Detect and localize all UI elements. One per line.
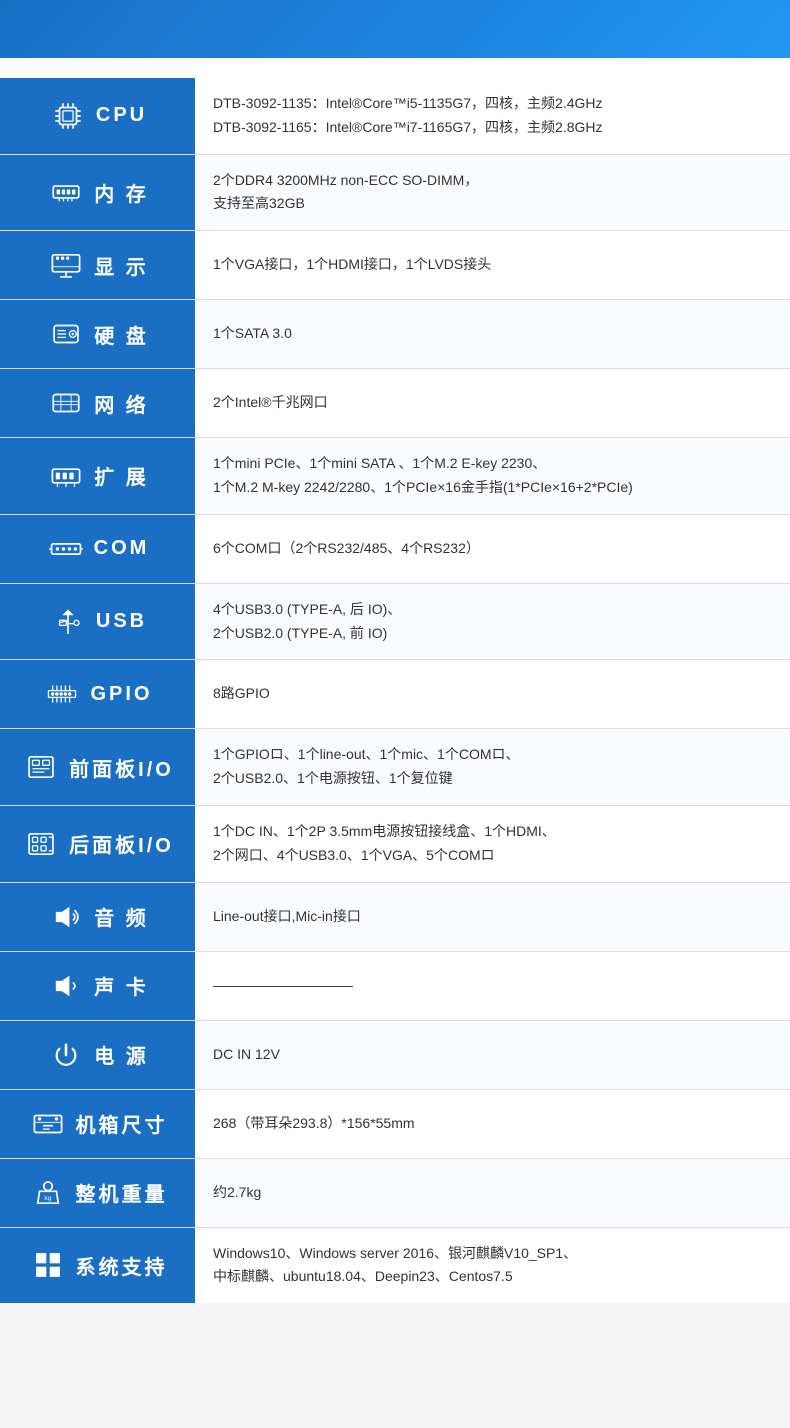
display-icon	[46, 245, 86, 285]
label-cell-inner: 硬 盘	[10, 314, 185, 354]
table-row: COM 6个COM口（2个RS232/485、4个RS232）	[0, 514, 790, 583]
label-text: 后面板I/O	[69, 829, 174, 858]
label-text: GPIO	[90, 683, 152, 706]
rear-io-value: 1个DC IN、1个2P 3.5mm电源按钮接线盒、1个HDMI、2个网口、4个…	[195, 805, 790, 882]
rear-io-icon	[21, 824, 61, 864]
weight-value: 约2.7kg	[195, 1158, 790, 1227]
svg-text:kg: kg	[44, 1194, 51, 1201]
label-text: 网 络	[94, 389, 149, 418]
label-cell-inner: CPU	[10, 96, 185, 136]
table-row: 硬 盘 1个SATA 3.0	[0, 300, 790, 369]
label-cell-inner: COM	[10, 529, 185, 569]
memory-icon	[46, 172, 86, 212]
table-row: 机箱尺寸 268（带耳朵293.8）*156*55mm	[0, 1089, 790, 1158]
spec-table: CPU DTB-3092-1135：Intel®Core™i5-1135G7，四…	[0, 78, 790, 1303]
header	[0, 0, 790, 58]
table-row: GPIO 8路GPIO	[0, 660, 790, 729]
label-cell-inner: kg 整机重量	[10, 1173, 185, 1213]
label-text: 硬 盘	[94, 320, 149, 349]
label-cell-inner: 后面板I/O	[10, 824, 185, 864]
cpu-icon	[48, 96, 88, 136]
label-text: 扩 展	[94, 461, 149, 490]
com-value: 6个COM口（2个RS232/485、4个RS232）	[195, 514, 790, 583]
label-text: CPU	[96, 104, 147, 127]
table-row: 内 存 2个DDR4 3200MHz non-ECC SO-DIMM，支持至高3…	[0, 154, 790, 231]
label-cell-inner: 内 存	[10, 172, 185, 212]
soundcard-value: ——————————	[195, 951, 790, 1020]
front-io-icon	[21, 747, 61, 787]
table-row: 显 示 1个VGA接口，1个HDMI接口，1个LVDS接头	[0, 231, 790, 300]
com-icon	[46, 529, 86, 569]
label-text: 内 存	[94, 178, 149, 207]
label-text: 系统支持	[76, 1251, 168, 1280]
label-text: 声 卡	[94, 971, 149, 1000]
weight-icon: kg	[28, 1173, 68, 1213]
label-cell-inner: GPIO	[10, 674, 185, 714]
label-text: 音 频	[94, 902, 149, 931]
label-text: COM	[94, 537, 150, 560]
table-row: 前面板I/O 1个GPIOロ、1个line-out、1个mic、1个COMロ、2…	[0, 729, 790, 806]
label-text: 电 源	[94, 1040, 149, 1069]
chassis-icon	[28, 1104, 68, 1144]
table-row: 网 络 2个Intel®千兆网口	[0, 369, 790, 438]
gpio-value: 8路GPIO	[195, 660, 790, 729]
os-icon	[28, 1245, 68, 1285]
label-cell-inner: 前面板I/O	[10, 747, 185, 787]
label-cell-inner: 电 源	[10, 1035, 185, 1075]
table-row: 声 卡 ——————————	[0, 951, 790, 1020]
table-row: 系统支持 Windows10、Windows server 2016、银河麒麟V…	[0, 1227, 790, 1303]
front-io-value: 1个GPIOロ、1个line-out、1个mic、1个COMロ、2个USB2.0…	[195, 729, 790, 806]
audio-value: Line-out接口,Mic-in接口	[195, 882, 790, 951]
expand-value: 1个mini PCIe、1个mini SATA 、1个M.2 E-key 223…	[195, 438, 790, 515]
table-row: USB 4个USB3.0 (TYPE-A, 后 IO)、2个USB2.0 (TY…	[0, 583, 790, 660]
label-text: 整机重量	[76, 1178, 168, 1207]
table-row: kg 整机重量 约2.7kg	[0, 1158, 790, 1227]
network-icon	[46, 383, 86, 423]
label-cell-inner: 机箱尺寸	[10, 1104, 185, 1144]
table-row: 后面板I/O 1个DC IN、1个2P 3.5mm电源按钮接线盒、1个HDMI、…	[0, 805, 790, 882]
power-icon	[46, 1035, 86, 1075]
table-row: 扩 展 1个mini PCIe、1个mini SATA 、1个M.2 E-key…	[0, 438, 790, 515]
label-cell-inner: 音 频	[10, 897, 185, 937]
label-cell-inner: 显 示	[10, 245, 185, 285]
label-text: USB	[96, 610, 147, 633]
label-cell-inner: 扩 展	[10, 456, 185, 496]
power-value: DC IN 12V	[195, 1020, 790, 1089]
usb-icon	[48, 602, 88, 642]
chassis-value: 268（带耳朵293.8）*156*55mm	[195, 1089, 790, 1158]
page-wrapper: CPU DTB-3092-1135：Intel®Core™i5-1135G7，四…	[0, 0, 790, 1303]
label-text: 显 示	[94, 251, 149, 280]
label-cell-inner: 网 络	[10, 383, 185, 423]
memory-value: 2个DDR4 3200MHz non-ECC SO-DIMM，支持至高32GB	[195, 154, 790, 231]
display-value: 1个VGA接口，1个HDMI接口，1个LVDS接头	[195, 231, 790, 300]
soundcard-icon	[46, 966, 86, 1006]
label-cell-inner: 系统支持	[10, 1245, 185, 1285]
usb-value: 4个USB3.0 (TYPE-A, 后 IO)、2个USB2.0 (TYPE-A…	[195, 583, 790, 660]
hdd-icon	[46, 314, 86, 354]
expand-icon	[46, 456, 86, 496]
label-text: 前面板I/O	[69, 753, 174, 782]
table-row: 音 频 Line-out接口,Mic-in接口	[0, 882, 790, 951]
label-cell-inner: USB	[10, 602, 185, 642]
label-text: 机箱尺寸	[76, 1109, 168, 1138]
hdd-value: 1个SATA 3.0	[195, 300, 790, 369]
cpu-value: DTB-3092-1135：Intel®Core™i5-1135G7，四核，主频…	[195, 78, 790, 154]
network-value: 2个Intel®千兆网口	[195, 369, 790, 438]
label-cell-inner: 声 卡	[10, 966, 185, 1006]
table-row: CPU DTB-3092-1135：Intel®Core™i5-1135G7，四…	[0, 78, 790, 154]
audio-icon	[46, 897, 86, 937]
os-value: Windows10、Windows server 2016、银河麒麟V10_SP…	[195, 1227, 790, 1303]
gpio-icon	[42, 674, 82, 714]
table-row: 电 源 DC IN 12V	[0, 1020, 790, 1089]
